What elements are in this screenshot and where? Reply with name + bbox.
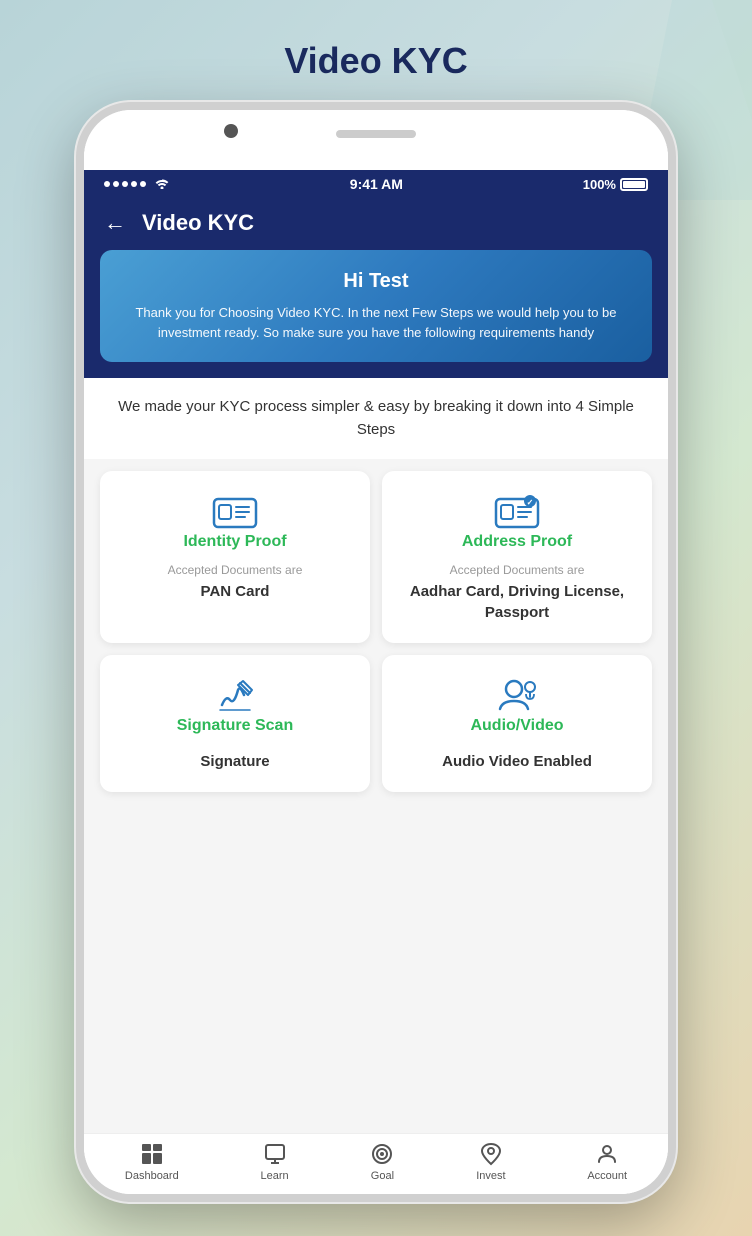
identity-proof-icon	[210, 491, 260, 533]
nav-goal[interactable]: Goal	[370, 1142, 394, 1182]
nav-learn-label: Learn	[261, 1170, 289, 1182]
phone-top	[84, 110, 668, 170]
app-header: ← Video KYC Hi Test Thank you for Choosi…	[84, 198, 668, 378]
steps-description: We made your KYC process simpler & easy …	[84, 378, 668, 459]
content-area: We made your KYC process simpler & easy …	[84, 378, 668, 1133]
audio-video-docs: Audio Video Enabled	[442, 751, 592, 772]
back-button[interactable]: ←	[104, 210, 126, 236]
nav-goal-label: Goal	[371, 1170, 394, 1182]
signal-dots	[104, 181, 146, 187]
status-bar: 9:41 AM 100%	[84, 170, 668, 198]
app-header-title: Video KYC	[142, 210, 254, 236]
wifi-icon	[154, 176, 170, 192]
bottom-nav: Dashboard Learn Goal	[84, 1133, 668, 1194]
cards-grid: Identity Proof Accepted Documents are PA…	[84, 459, 668, 804]
nav-dashboard[interactable]: Dashboard	[125, 1142, 179, 1182]
identity-proof-title: Identity Proof	[183, 533, 286, 551]
nav-account-label: Account	[587, 1170, 627, 1182]
status-right: 100%	[583, 177, 648, 192]
identity-proof-accepted-label: Accepted Documents are	[168, 563, 303, 577]
audio-video-card[interactable]: Audio/Video Audio Video Enabled	[382, 655, 652, 792]
phone-camera	[224, 124, 238, 138]
status-time: 9:41 AM	[350, 176, 403, 192]
identity-proof-card[interactable]: Identity Proof Accepted Documents are PA…	[100, 471, 370, 643]
phone-frame: 9:41 AM 100% ← Video KYC Hi Test Thank	[76, 102, 676, 1202]
account-icon	[595, 1142, 619, 1166]
status-left	[104, 176, 170, 192]
audio-video-icon	[492, 675, 542, 717]
signal-dot	[140, 181, 146, 187]
goal-icon	[370, 1142, 394, 1166]
signature-scan-icon	[210, 675, 260, 717]
nav-learn[interactable]: Learn	[261, 1142, 289, 1182]
signal-dot	[104, 181, 110, 187]
address-proof-card[interactable]: ✓ Address Proof Accepted Documents are A…	[382, 471, 652, 643]
identity-proof-docs: PAN Card	[201, 581, 270, 602]
audio-video-title: Audio/Video	[470, 717, 563, 735]
nav-dashboard-label: Dashboard	[125, 1170, 179, 1182]
learn-icon	[263, 1142, 287, 1166]
battery-fill	[623, 181, 645, 188]
signature-scan-docs: Signature	[200, 751, 269, 772]
nav-invest[interactable]: Invest	[476, 1142, 505, 1182]
dashboard-icon	[140, 1142, 164, 1166]
page-title: Video KYC	[284, 40, 467, 82]
address-proof-icon: ✓	[492, 491, 542, 533]
address-proof-title: Address Proof	[462, 533, 572, 551]
signal-dot	[122, 181, 128, 187]
address-proof-docs: Aadhar Card, Driving License, Passport	[398, 581, 636, 623]
greeting-banner: Hi Test Thank you for Choosing Video KYC…	[100, 250, 652, 362]
svg-text:✓: ✓	[527, 498, 534, 507]
greeting-subtitle: Thank you for Choosing Video KYC. In the…	[124, 303, 628, 342]
battery-percent: 100%	[583, 177, 616, 192]
nav-account[interactable]: Account	[587, 1142, 627, 1182]
signal-dot	[131, 181, 137, 187]
signal-dot	[113, 181, 119, 187]
app-header-bar: ← Video KYC	[84, 198, 668, 252]
phone-speaker	[336, 130, 416, 138]
signature-scan-card[interactable]: Signature Scan Signature	[100, 655, 370, 792]
greeting-title: Hi Test	[124, 270, 628, 293]
nav-invest-label: Invest	[476, 1170, 505, 1182]
battery-icon	[620, 178, 648, 191]
signature-scan-title: Signature Scan	[177, 717, 293, 735]
invest-icon	[479, 1142, 503, 1166]
address-proof-accepted-label: Accepted Documents are	[450, 563, 585, 577]
